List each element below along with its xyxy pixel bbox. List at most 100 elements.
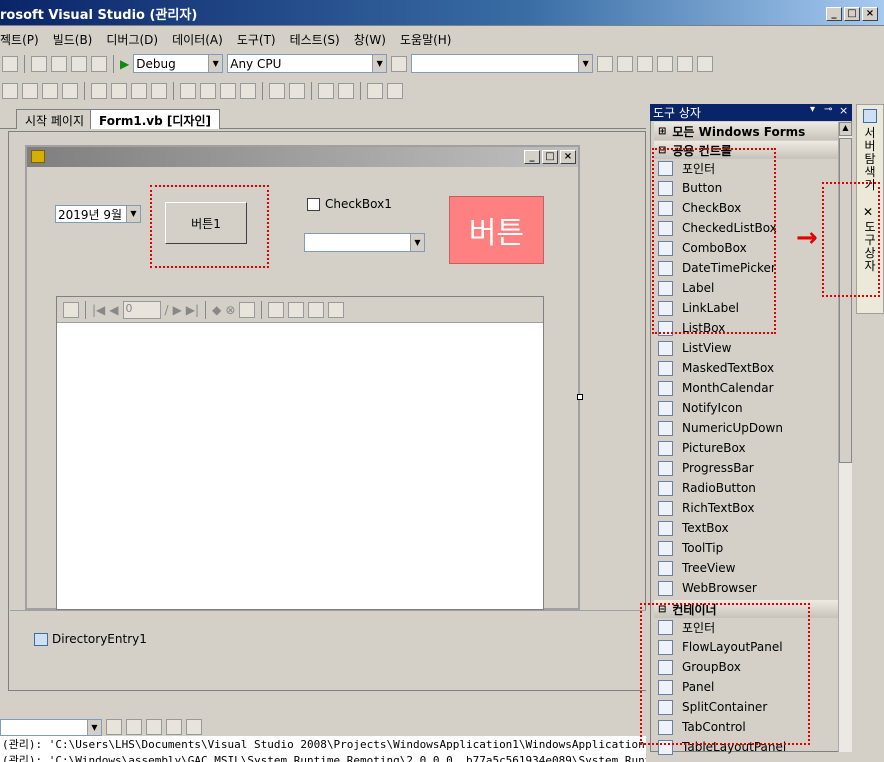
menu-window[interactable]: 창(W) — [347, 31, 393, 48]
find-icon[interactable] — [597, 55, 614, 72]
toolbox-item-picturebox[interactable]: PictureBox — [658, 438, 746, 458]
chevron-down-icon: ▼ — [87, 719, 101, 735]
find-combo[interactable]: ▼ — [411, 54, 594, 73]
toolbox-item-notifyicon[interactable]: NotifyIcon — [658, 398, 743, 418]
increase-spacing-icon[interactable] — [200, 82, 216, 99]
page-setup-icon[interactable] — [308, 301, 325, 318]
back-icon[interactable]: ◆ — [212, 303, 221, 317]
datetimepicker-control[interactable]: 2019년 9월 ▼ — [55, 205, 141, 223]
first-page-icon[interactable]: |◀ — [92, 303, 105, 317]
navigate-back-icon[interactable] — [71, 55, 87, 72]
platform-select[interactable]: Any CPU ▼ — [227, 54, 388, 73]
tab-form1-design[interactable]: Form1.vb [디자인] — [90, 109, 220, 129]
minimize-button[interactable]: _ — [826, 7, 842, 21]
output-find-icon[interactable] — [106, 719, 122, 735]
start-debug-icon[interactable]: ▶ — [120, 57, 129, 71]
checkbox-box[interactable] — [307, 197, 320, 211]
stop-icon[interactable]: ⊗ — [225, 303, 235, 317]
toolbox-item-richtextbox[interactable]: RichTextBox — [658, 498, 754, 518]
pin-icon[interactable]: ⊸ — [824, 104, 832, 115]
align-lefts-icon[interactable] — [2, 82, 18, 99]
toolbox-icon[interactable] — [657, 55, 674, 72]
remove-spacing-icon[interactable] — [240, 82, 256, 99]
menu-help[interactable]: 도움말(H) — [393, 31, 459, 48]
toolbox-item-numericupdown[interactable]: NumericUpDown — [658, 418, 783, 438]
report-viewer-control[interactable]: |◀ ◀ 0 / ▶ ▶| ◆ ⊗ — [56, 296, 544, 610]
save-icon[interactable] — [328, 301, 345, 318]
send-to-back-icon[interactable] — [338, 82, 354, 99]
toolbox-item-listview[interactable]: ListView — [658, 338, 731, 358]
align-tops-icon[interactable] — [62, 82, 78, 99]
navigate-forward-icon[interactable] — [91, 55, 107, 72]
last-page-icon[interactable]: ▶| — [186, 303, 199, 317]
form-minimize-button[interactable]: _ — [524, 150, 540, 164]
toolbox-item-textbox[interactable]: TextBox — [658, 518, 729, 538]
toolbox-item-monthcalendar[interactable]: MonthCalendar — [658, 378, 774, 398]
menu-build[interactable]: 빌드(B) — [46, 31, 100, 48]
start-page-icon[interactable] — [677, 55, 694, 72]
directoryentry1-component[interactable]: DirectoryEntry1 — [34, 632, 147, 646]
form-maximize-button[interactable]: □ — [542, 150, 558, 164]
print-layout-icon[interactable] — [288, 301, 305, 318]
size-to-grid-icon[interactable] — [131, 82, 147, 99]
toolbox-item-radiobutton[interactable]: RadioButton — [658, 478, 756, 498]
scroll-up-icon[interactable]: ▲ — [839, 122, 852, 136]
find-in-files-icon[interactable] — [391, 55, 408, 72]
category-all-windows-forms[interactable]: ⊞ 모든 Windows Forms — [654, 122, 838, 140]
toolbox-item-treeview[interactable]: TreeView — [658, 558, 735, 578]
page-number-input[interactable]: 0 — [122, 300, 161, 319]
clear-all-icon[interactable] — [166, 719, 182, 735]
menu-project[interactable]: 젝트(P) — [0, 31, 46, 48]
toolbox-item-progressbar[interactable]: ProgressBar — [658, 458, 754, 478]
print-icon[interactable] — [268, 301, 285, 318]
vertical-spacing-icon[interactable] — [180, 82, 196, 99]
big-button-control[interactable]: 버튼 — [449, 196, 544, 264]
toolbox-item-tooltip[interactable]: ToolTip — [658, 538, 723, 558]
command-window-icon[interactable] — [697, 55, 714, 72]
refresh-icon[interactable] — [239, 301, 256, 318]
form-close-button[interactable]: × — [560, 150, 576, 164]
properties-icon[interactable] — [637, 55, 654, 72]
tab-order-icon[interactable] — [367, 82, 383, 99]
paste-icon[interactable] — [2, 55, 18, 72]
close-icon[interactable]: × — [839, 104, 848, 117]
combobox-control[interactable]: ▼ — [304, 233, 425, 252]
center-vertically-icon[interactable] — [289, 82, 305, 99]
menu-tools[interactable]: 도구(T) — [230, 31, 283, 48]
maskedtextbox-icon — [658, 360, 673, 376]
button1-control[interactable]: 버튼1 — [165, 202, 247, 244]
toolbox-menu-icon[interactable]: ▾ — [810, 104, 815, 115]
progressbar-icon — [658, 460, 673, 476]
undo-icon[interactable] — [31, 55, 47, 72]
menu-test[interactable]: 테스트(S) — [283, 31, 347, 48]
center-horizontally-icon[interactable] — [269, 82, 285, 99]
horizontal-spacing-icon[interactable] — [151, 82, 167, 99]
output-next-icon[interactable] — [146, 719, 162, 735]
solution-config-select[interactable]: Debug ▼ — [133, 54, 224, 73]
output-source-select[interactable]: ▼ — [0, 718, 102, 736]
align-centers-icon[interactable] — [22, 82, 38, 99]
checkbox1-control[interactable]: CheckBox1 — [307, 197, 392, 211]
decrease-spacing-icon[interactable] — [220, 82, 236, 99]
toolbox-item-maskedtextbox[interactable]: MaskedTextBox — [658, 358, 774, 378]
make-same-height-icon[interactable] — [111, 82, 127, 99]
next-page-icon[interactable]: ▶ — [173, 303, 182, 317]
menu-debug[interactable]: 디버그(D) — [99, 31, 165, 48]
lock-controls-icon[interactable] — [387, 82, 403, 99]
redo-icon[interactable] — [51, 55, 67, 72]
close-button[interactable]: × — [862, 7, 878, 21]
resize-handle[interactable] — [577, 394, 583, 400]
document-map-icon[interactable] — [63, 301, 79, 318]
tab-start-page[interactable]: 시작 페이지 — [16, 109, 94, 129]
toolbox-item-webbrowser[interactable]: WebBrowser — [658, 578, 757, 598]
maximize-button[interactable]: □ — [844, 7, 860, 21]
output-prev-icon[interactable] — [126, 719, 142, 735]
menu-data[interactable]: 데이터(A) — [165, 31, 230, 48]
solution-explorer-icon[interactable] — [617, 55, 634, 72]
previous-page-icon[interactable]: ◀ — [109, 303, 118, 317]
bring-to-front-icon[interactable] — [318, 82, 334, 99]
make-same-width-icon[interactable] — [91, 82, 107, 99]
align-rights-icon[interactable] — [42, 82, 58, 99]
word-wrap-icon[interactable] — [186, 719, 202, 735]
monthcalendar-icon — [658, 380, 673, 396]
